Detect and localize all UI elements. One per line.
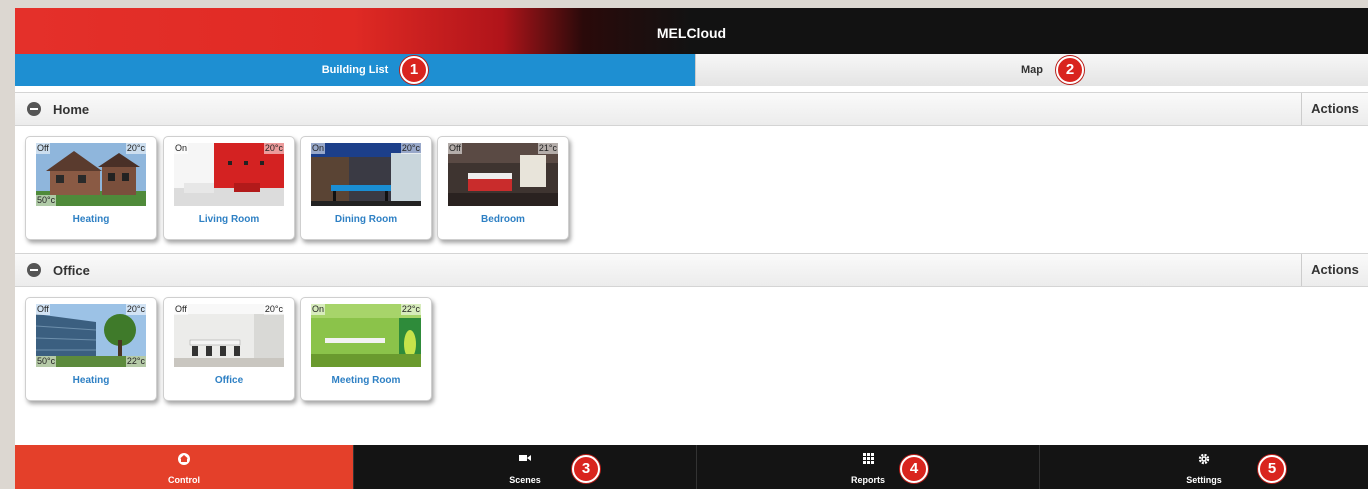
bedroom-image: Off 21°c: [448, 143, 558, 206]
nav-control[interactable]: Control: [15, 445, 353, 489]
group-header-home[interactable]: Home Actions: [15, 92, 1368, 126]
tile-label: Bedroom: [481, 214, 525, 225]
temperature-text: 20°c: [400, 143, 421, 154]
tile-label: Heating: [72, 214, 110, 225]
temperature-text: 20°c: [263, 304, 284, 315]
status-text: Off: [174, 304, 188, 315]
callout-marker: 5: [1258, 455, 1286, 483]
group-name: Home: [53, 102, 90, 117]
status-text: On: [174, 143, 189, 154]
unit-tile-bedroom[interactable]: Off 21°c Bedroom: [437, 136, 569, 240]
temperature-text: 20°c: [125, 304, 146, 315]
nav-scenes[interactable]: Scenes: [353, 445, 696, 489]
unit-tile-office-heating[interactable]: Off 20°c 50°c 22°c Heating: [25, 297, 157, 401]
status-text: On: [311, 304, 326, 315]
unit-tile-meeting-room[interactable]: On 22°c Meeting Room: [300, 297, 432, 401]
office-room-image: Off 20°c: [174, 304, 284, 367]
callout-marker: 3: [572, 455, 600, 483]
unit-tile-heating[interactable]: Off 20°c 50°c Heating: [25, 136, 157, 240]
unit-tile-dining-room[interactable]: On 20°c Dining Room: [300, 136, 432, 240]
meeting-room-image: On 22°c: [311, 304, 421, 367]
nav-label: Settings: [1186, 475, 1222, 485]
tank-temperature-text: 50°c: [36, 195, 57, 206]
actions-button[interactable]: Actions: [1301, 93, 1368, 125]
nav-settings[interactable]: Settings: [1039, 445, 1368, 489]
unit-tile-office[interactable]: Off 20°c Office: [163, 297, 295, 401]
tab-map[interactable]: Map: [695, 54, 1368, 86]
temperature-text: 20°c: [125, 143, 146, 154]
tile-label: Heating: [72, 375, 110, 386]
nav-reports[interactable]: Reports: [696, 445, 1039, 489]
group-header-office[interactable]: Office Actions: [15, 253, 1368, 287]
callout-marker: 1: [400, 56, 428, 84]
status-text: On: [311, 143, 326, 154]
home-icon: [15, 453, 353, 465]
nav-label: Control: [168, 475, 200, 485]
unit-tile-living-room[interactable]: On 20°c Living Room: [163, 136, 295, 240]
callout-marker: 2: [1056, 56, 1084, 84]
room-temperature-text: 22°c: [125, 356, 146, 367]
temperature-text: 22°c: [400, 304, 421, 315]
glass-building-image: Off 20°c 50°c 22°c: [36, 304, 146, 367]
collapse-icon[interactable]: [27, 102, 41, 116]
view-tabs: Building List Map: [15, 54, 1368, 86]
bottom-navigation: Control Scenes Reports Settings: [15, 445, 1368, 489]
tile-label: Dining Room: [334, 214, 398, 225]
group-name: Office: [53, 263, 90, 278]
callout-marker: 4: [900, 455, 928, 483]
living-room-image: On 20°c: [174, 143, 284, 206]
temperature-text: 21°c: [537, 143, 558, 154]
gear-icon: [1040, 453, 1368, 465]
collapse-icon[interactable]: [27, 263, 41, 277]
temperature-text: 20°c: [263, 143, 284, 154]
status-text: Off: [36, 304, 50, 315]
melcloud-app: MELCloud Building List Map Home Actions: [15, 8, 1368, 489]
house-exterior-image: Off 20°c 50°c: [36, 143, 146, 206]
tank-temperature-text: 50°c: [36, 356, 57, 367]
tab-building-list[interactable]: Building List: [15, 54, 695, 86]
app-title: MELCloud: [656, 25, 727, 41]
dining-room-image: On 20°c: [311, 143, 421, 206]
title-bar: MELCloud: [15, 8, 1368, 54]
grid-icon: [697, 453, 1039, 465]
status-text: Off: [448, 143, 462, 154]
actions-button[interactable]: Actions: [1301, 254, 1368, 286]
tile-label: Meeting Room: [331, 375, 401, 386]
tile-label: Living Room: [198, 214, 260, 225]
camera-icon: [354, 453, 696, 465]
nav-label: Reports: [850, 475, 885, 485]
status-text: Off: [36, 143, 50, 154]
nav-label: Scenes: [509, 475, 541, 485]
tile-label: Office: [214, 375, 244, 386]
